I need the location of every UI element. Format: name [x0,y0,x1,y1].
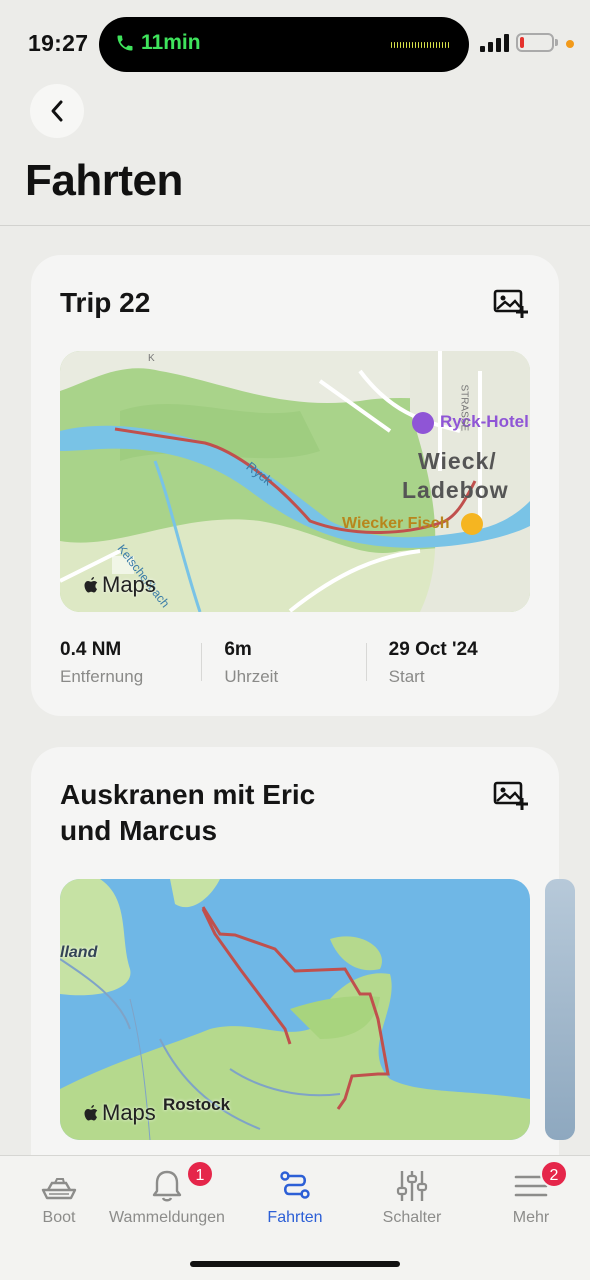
maps-attribution[interactable]: Maps [82,572,156,598]
notification-badge: 1 [186,1160,214,1188]
add-photo-icon[interactable] [493,781,529,811]
trip-title: Trip 22 [60,287,151,318]
call-duration: 11min [141,31,201,54]
battery-icon [516,33,558,52]
notification-badge: 2 [540,1160,568,1188]
map-label-city: Rostock [163,1095,231,1114]
map-label-town-line1: Wieck/ [418,448,497,474]
trip-card[interactable]: Trip 22 Ryck-Hotel Wieck/ Ladebow Wiecke… [31,255,559,716]
map-label-region: lland [60,944,98,961]
audio-wave-icon [391,42,449,48]
tab-fahrten-label: Fahrten [267,1209,323,1226]
stat-distance-label: Entfernung [60,667,144,686]
map-label-edge: K [148,353,155,364]
map-label-street: STRASSE [458,384,470,432]
status-time: 19:27 [28,30,89,56]
dynamic-island[interactable]: 11min [99,17,469,72]
apple-logo-icon [84,577,98,593]
stat-start: 29 Oct '24 Start [365,639,530,687]
trip-card[interactable]: Auskranen mit Eric und Marcus Rostock ll… [31,747,559,1167]
sliders-icon [396,1171,428,1201]
tab-warnmeldungen[interactable]: 1 Wammeldungen [108,1156,226,1246]
next-photo-peek[interactable] [545,879,575,1140]
stat-duration-value: 6m [224,639,252,660]
stat-start-value: 29 Oct '24 [388,639,478,660]
page-title: Fahrten [25,156,183,205]
apple-logo-icon [84,1105,98,1121]
bell-icon [152,1170,182,1202]
maps-attribution-text: Maps [102,572,156,597]
trip-stats: 0.4 NM Entfernung 6m Uhrzeit 29 Oct '24 … [60,639,530,687]
map-label-town-line2: Ladebow [402,477,509,503]
tab-mehr[interactable]: 2 Mehr [472,1156,590,1246]
map-label-shop: Wiecker Fisch [342,515,450,532]
stat-start-label: Start [388,667,425,686]
tab-schalter[interactable]: Schalter [353,1156,471,1246]
trip-title: Auskranen mit Eric und Marcus [60,779,316,846]
tab-schalter-label: Schalter [382,1209,442,1226]
home-indicator [190,1261,400,1267]
maps-attribution[interactable]: Maps [82,1100,156,1126]
stat-duration-label: Uhrzeit [224,667,279,686]
call-indicator[interactable]: 11min [115,31,201,55]
privacy-indicator-dot [566,40,574,48]
stat-duration: 6m Uhrzeit [201,639,365,687]
phone-icon [117,35,133,51]
boat-icon [41,1178,77,1200]
add-photo-icon[interactable] [493,289,529,319]
back-button[interactable] [30,84,84,138]
tab-mehr-label: Mehr [512,1209,550,1226]
route-icon [280,1171,310,1199]
tab-boot-label: Boot [42,1209,76,1226]
cellular-signal-icon [480,34,509,52]
trip-map[interactable]: Rostock lland Maps [60,879,530,1140]
stat-distance: 0.4 NM Entfernung [60,639,201,687]
map-label-hotel: Ryck-Hotel [440,412,529,431]
tab-fahrten[interactable]: Fahrten [236,1156,354,1246]
maps-attribution-text: Maps [102,1100,156,1125]
chevron-left-icon [51,100,63,122]
trip-map[interactable]: Ryck-Hotel Wieck/ Ladebow Wiecker Fisch … [60,351,530,612]
status-bar: 19:27 11min [0,0,590,80]
tab-warnmeldungen-label: Wammeldungen [109,1209,225,1226]
tab-boot[interactable]: Boot [0,1156,118,1246]
header-divider [0,225,590,226]
stat-distance-value: 0.4 NM [60,639,122,660]
